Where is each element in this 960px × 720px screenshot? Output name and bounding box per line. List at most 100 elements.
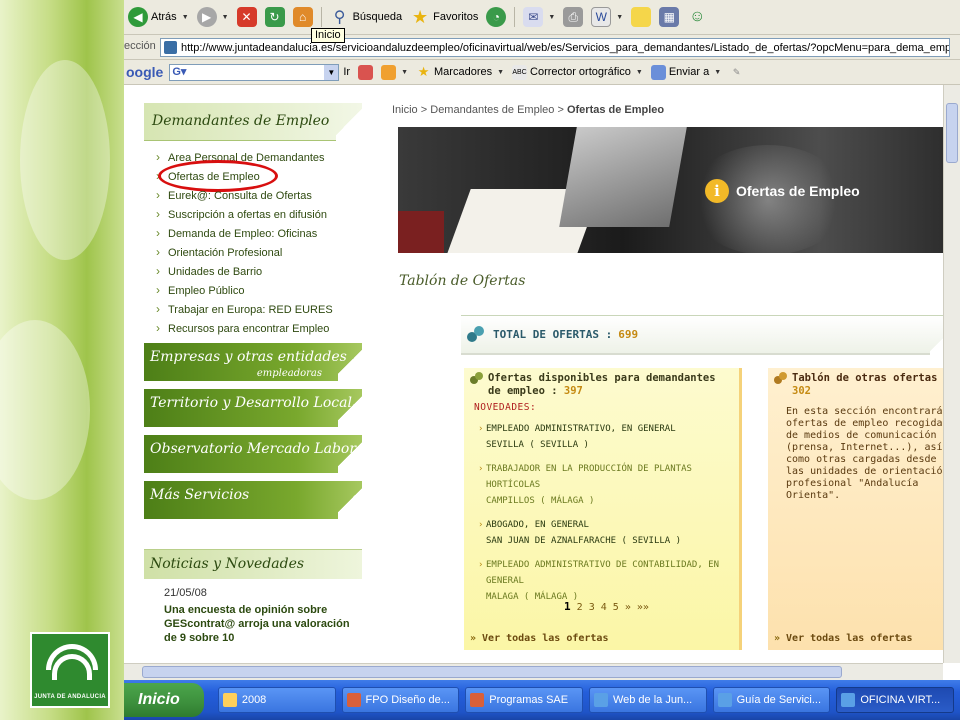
offer-item[interactable]: TRABAJADOR EN LA PRODUCCIÓN DE PLANTAS H… (478, 461, 736, 509)
demandantes-menu: Area Personal de Demandantes Ofertas de … (144, 141, 362, 343)
research-button[interactable]: ▦ (655, 0, 683, 34)
address-toolbar: ección http://www.juntadeandalucia.es/se… (124, 35, 960, 60)
menu-item-recursos[interactable]: Recursos para encontrar Empleo (156, 319, 362, 339)
other-offers-count: 302 (792, 385, 811, 397)
section-territorio[interactable]: Territorio y Desarrollo Local (144, 389, 362, 427)
offer-item[interactable]: EMPLEADO ADMINISTRATIVO DE CONTABILIDAD,… (478, 557, 736, 605)
pencil-icon: ✎ (732, 66, 741, 77)
menu-item-empleo-publico[interactable]: Empleo Público (156, 281, 362, 301)
search-icon: ⚲ (333, 9, 346, 26)
breadcrumb-demandantes[interactable]: Demandantes de Empleo (430, 104, 554, 116)
total-offers-count: 699 (618, 328, 639, 341)
print-button[interactable]: ⎙ (559, 0, 587, 34)
discuss-button[interactable] (627, 0, 655, 34)
favorites-button[interactable]: ★ Favoritos (406, 0, 482, 34)
breadcrumb-home[interactable]: Inicio (392, 104, 418, 116)
logo-text: JUNTA DE ANDALUCIA (34, 694, 106, 700)
other-offers-description: En esta sección encontrarás ofertas de e… (786, 406, 949, 501)
task-web-junta[interactable]: Web de la Jun... (588, 687, 707, 713)
task-folder-2008[interactable]: 2008 (217, 687, 336, 713)
other-offers-title[interactable]: Tablón de otras ofertas : (792, 372, 950, 384)
messenger-button[interactable]: ☺ (683, 0, 711, 34)
menu-item-eureka[interactable]: Eurek@: Consulta de Ofertas (156, 186, 362, 206)
available-offers-count: 397 (563, 385, 583, 397)
total-offers-bar: TOTAL DE OFERTAS : 699 (461, 315, 960, 356)
google-logo: oogle (126, 64, 164, 80)
chevron-down-icon: ▼ (616, 13, 624, 21)
mail-button[interactable]: ✉ ▼ (519, 0, 559, 34)
chevron-down-icon[interactable]: ▼ (324, 64, 339, 80)
menu-item-demanda[interactable]: Demanda de Empleo: Oficinas (156, 224, 362, 244)
menu-item-unidades-barrio[interactable]: Unidades de Barrio (156, 262, 362, 282)
task-label: Guía de Servici... (736, 694, 822, 706)
see-all-offers-link[interactable]: Ver todas las ofertas (470, 633, 608, 644)
history-icon: ◔ (486, 7, 507, 27)
page-links[interactable]: 2 3 4 5 (577, 602, 619, 613)
horizontal-scrollbar[interactable] (124, 663, 943, 680)
note-icon (631, 7, 652, 27)
send-to-button[interactable]: Enviar a ▼ (647, 60, 725, 84)
google-tool2-button[interactable]: ▼ (377, 60, 412, 84)
section-mas-servicios[interactable]: Más Servicios (144, 481, 362, 519)
section-observatorio[interactable]: Observatorio Mercado Laboral (144, 435, 369, 473)
news-link[interactable]: Una encuesta de opinión sobre GEScontrat… (164, 603, 362, 645)
address-input[interactable]: http://www.juntadeandalucia.es/servicioa… (160, 38, 950, 57)
section-empresas[interactable]: Empresas y otras entidades empleadoras (144, 343, 362, 381)
word-icon: W (591, 7, 612, 27)
section-label: Territorio y Desarrollo Local (150, 395, 352, 411)
mail-icon: ✉ (523, 7, 544, 27)
spellcheck-icon: ABC (512, 64, 528, 80)
chevron-down-icon: ▼ (181, 13, 189, 21)
spellcheck-button[interactable]: ABC Corrector ortográfico ▼ (508, 60, 647, 84)
novedades-label: NOVEDADES: (474, 402, 537, 413)
stop-button[interactable]: ✕ (233, 0, 261, 34)
google-search-input[interactable]: G▾ ▼ (169, 63, 340, 81)
refresh-button[interactable]: ↻ (261, 0, 289, 34)
search-label: Búsqueda (352, 11, 403, 23)
page-next[interactable]: » (625, 602, 631, 613)
send-to-label: Enviar a (668, 66, 710, 78)
bookmarks-button[interactable]: ★ Marcadores ▼ (412, 60, 508, 84)
menu-item-eures[interactable]: Trabajar en Europa: RED EURES (156, 300, 362, 320)
section-header-demandantes[interactable]: Demandantes de Empleo (144, 103, 362, 141)
edit-button[interactable]: W ▼ (587, 0, 627, 34)
offer-item[interactable]: EMPLEADO ADMINISTRATIVO, EN GENERAL SEVI… (478, 421, 736, 453)
available-offers-title[interactable]: Ofertas disponibles para demandantes de … (488, 372, 716, 397)
page-current: 1 (564, 600, 571, 613)
available-offers-header: Ofertas disponibles para demandantes de … (464, 368, 739, 398)
task-oficina-virtual[interactable]: OFICINA VIRT... (836, 687, 955, 713)
other-offers-header: Tablón de otras ofertas : 302 (768, 368, 960, 398)
breadcrumb-current: Ofertas de Empleo (566, 104, 665, 116)
back-label: Atrás (151, 11, 177, 23)
google-tool-button[interactable] (354, 60, 377, 84)
task-programas-sae[interactable]: Programas SAE (465, 687, 583, 713)
breadcrumb-separator: > (557, 104, 564, 116)
bubbles-icon (467, 325, 485, 344)
back-button[interactable]: ◀ Atrás ▼ (124, 0, 193, 34)
scroll-thumb[interactable] (946, 103, 958, 163)
web-page: Demandantes de Empleo Area Personal de D… (124, 85, 960, 680)
section-title: Demandantes de Empleo (152, 113, 330, 129)
menu-item-suscripcion[interactable]: Suscripción a ofertas en difusión (156, 205, 362, 225)
menu-item-ofertas-empleo[interactable]: Ofertas de Empleo (156, 160, 362, 192)
offer-title: TRABAJADOR EN LA PRODUCCIÓN DE PLANTAS H… (478, 461, 736, 493)
google-toolbar: oogle G▾ ▼ Ir ▼ ★ Marcadores ▼ ABC Corre… (124, 60, 960, 85)
menu-item-orientacion[interactable]: Orientación Profesional (156, 243, 362, 263)
task-guia-servicios[interactable]: Guía de Servici... (712, 687, 831, 713)
google-go-button[interactable]: Ir (339, 60, 354, 84)
start-button[interactable]: Inicio (124, 683, 204, 717)
task-fpo[interactable]: FPO Diseño de... (341, 687, 460, 713)
vertical-scrollbar[interactable] (943, 85, 960, 663)
see-all-other-offers-link[interactable]: Ver todas las ofertas (774, 633, 912, 644)
address-url: http://www.juntadeandalucia.es/servicioa… (181, 41, 950, 54)
page-last[interactable]: »» (637, 602, 649, 613)
chevron-down-icon: ▼ (548, 13, 556, 21)
menu-item-area-personal[interactable]: Area Personal de Demandantes (156, 148, 362, 168)
forward-button[interactable]: ▶ ▼ (193, 0, 233, 34)
task-label: 2008 (241, 694, 267, 706)
book-graphic (398, 211, 444, 253)
scroll-thumb[interactable] (142, 666, 842, 678)
highlight-button[interactable]: ✎ (725, 60, 748, 84)
history-button[interactable]: ◔ (482, 0, 510, 34)
offer-item[interactable]: ABOGADO, EN GENERAL SAN JUAN DE AZNALFAR… (478, 517, 736, 549)
